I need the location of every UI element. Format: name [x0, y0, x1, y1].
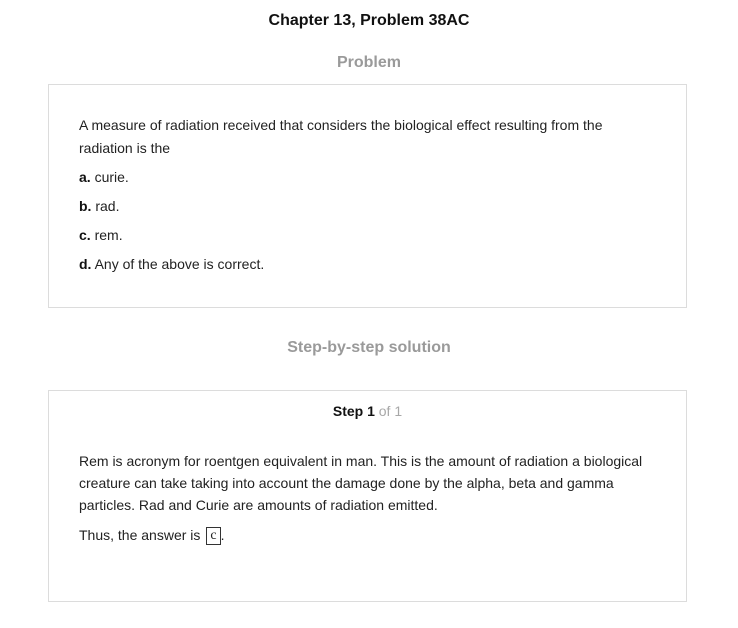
solution-card: Step 1 of 1 Rem is acronym for roentgen … [48, 390, 687, 602]
step-header: Step 1 of 1 [49, 403, 686, 419]
page-title: Chapter 13, Problem 38AC [268, 12, 470, 29]
option-d: d. Any of the above is correct. [79, 253, 656, 276]
option-c: c. rem. [79, 224, 656, 247]
option-letter: b. [79, 198, 92, 214]
answer-suffix: . [220, 527, 225, 543]
option-text: rad. [95, 198, 120, 214]
option-letter: c. [79, 227, 91, 243]
option-text: curie. [94, 169, 129, 185]
solution-text: Rem is acronym for roentgen equivalent i… [79, 453, 643, 513]
option-letter: d. [79, 256, 92, 272]
step-label: Step 1 [332, 403, 375, 419]
step-count: of 1 [378, 403, 403, 419]
answer-prefix: Thus, the answer is [79, 527, 201, 543]
solution-body: Rem is acronym for roentgen equivalent i… [79, 450, 656, 546]
option-letter: a. [79, 169, 91, 185]
solution-heading: Step-by-step solution [287, 339, 451, 356]
option-a: a. curie. [79, 166, 656, 189]
problem-heading: Problem [336, 54, 401, 71]
option-b: b. rad. [79, 195, 656, 218]
problem-question: A measure of radiation received that con… [79, 117, 603, 156]
problem-card: A measure of radiation received that con… [48, 84, 687, 308]
option-text: Any of the above is correct. [94, 256, 265, 272]
answer-box: c [206, 527, 221, 546]
option-text: rem. [94, 227, 123, 243]
answer-line: Thus, the answer is c. [79, 524, 656, 546]
